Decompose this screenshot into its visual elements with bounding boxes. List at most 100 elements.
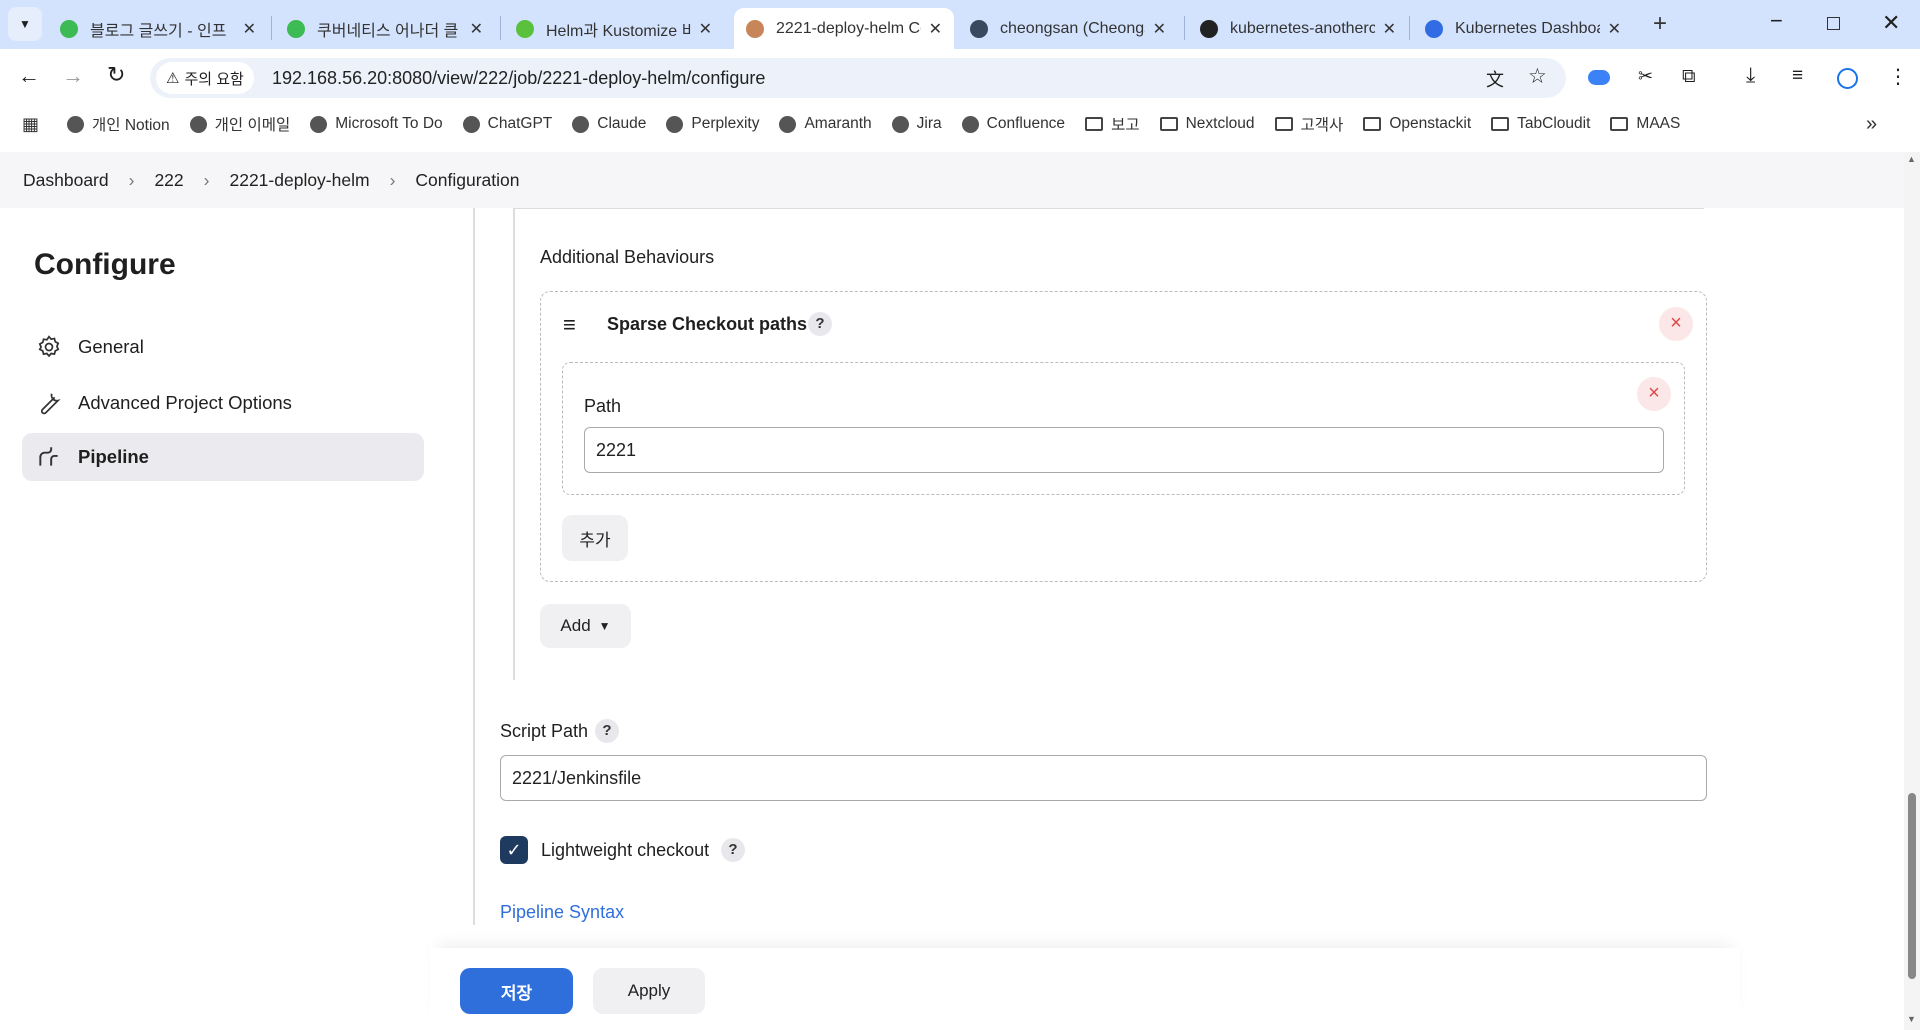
breadcrumb: Dashboard › 222 › 2221-deploy-helm › Configura… [0,152,1904,208]
folder-icon [1274,117,1293,131]
bookmark-item[interactable]: Nextcloud [1159,113,1255,135]
scrollbar[interactable]: ▲ ▼ [1904,152,1920,1030]
bookmark-item[interactable]: Microsoft To Do [310,113,443,135]
bookmark-item[interactable]: 개인 이메일 [189,113,290,135]
save-button[interactable]: 저장 [460,968,573,1014]
remove-path-button[interactable]: × [1637,377,1671,411]
lightweight-help-button[interactable]: ? [721,838,745,862]
close-tab-icon[interactable]: ✕ [929,19,942,39]
scroll-up-arrow[interactable]: ▲ [1907,154,1916,164]
bookmark-item[interactable]: MAAS [1610,113,1680,135]
gear-icon [38,335,60,358]
globe-icon [189,115,207,133]
close-window-button[interactable]: ✕ [1882,10,1900,36]
bookmarks-bar: ▦ 개인 Notion 개인 이메일 Microsoft To Do ChatGPT C… [0,106,1920,142]
address-bar[interactable]: ⚠ 주의 요함 192.168.56.20:8080/view/222/job/2… [150,58,1566,98]
browser-tab[interactable]: Kubernetes Dashboard✕ [1413,8,1633,49]
new-tab-button[interactable]: + [1653,10,1667,38]
close-tab-icon[interactable]: ✕ [243,19,256,39]
breadcrumb-item[interactable]: 222 [154,170,183,191]
extensions-puzzle-icon[interactable]: ⧉ [1682,66,1696,88]
url-text[interactable]: 192.168.56.20:8080/view/222/job/2221-dep… [272,68,765,89]
tab-separator [500,16,501,40]
cloud-extension-icon[interactable] [1588,70,1610,85]
apps-icon[interactable]: ▦ [22,114,39,135]
tab-separator [1409,16,1410,40]
bookmark-item[interactable]: 고객사 [1274,113,1343,135]
close-tab-icon[interactable]: ✕ [1608,19,1621,39]
path-input[interactable] [584,427,1664,473]
bookmark-item[interactable]: TabCloudit [1491,113,1590,135]
drag-handle-icon[interactable]: ≡ [563,312,576,338]
bookmark-item[interactable]: ChatGPT [462,113,552,135]
add-path-button[interactable]: 추가 [562,515,628,561]
browser-tab[interactable]: Helm과 Kustomize 비 ✕ [504,8,724,49]
folder-icon [1363,117,1382,131]
breadcrumb-item[interactable]: 2221-deploy-helm [229,170,369,191]
close-tab-icon[interactable]: ✕ [1153,19,1166,39]
script-path-input[interactable] [500,755,1707,801]
maximize-button[interactable] [1827,17,1840,30]
tab-search-button[interactable]: ▼ [8,7,42,41]
bookmark-item[interactable]: 보고 [1085,113,1140,135]
pipeline-syntax-link[interactable]: Pipeline Syntax [500,902,624,923]
profile-avatar[interactable] [1837,68,1858,89]
extension-icon[interactable]: ✂ [1638,66,1653,87]
scroll-down-arrow[interactable]: ▼ [1907,1014,1916,1024]
bookmark-item[interactable]: Amaranth [779,113,872,135]
back-button[interactable]: ← [18,63,40,89]
more-bookmarks-icon[interactable]: » [1866,113,1877,136]
menu-icon[interactable]: ⋮ [1888,64,1908,89]
translate-icon[interactable]: 文 [1486,66,1504,92]
globe-icon [891,115,909,133]
add-behaviour-button[interactable]: Add ▼ [540,604,631,648]
scrollbar-thumb[interactable] [1908,793,1916,979]
bookmark-item[interactable]: Claude [572,113,646,135]
favicon-icon [1200,19,1218,38]
tab-separator [271,16,272,40]
apply-button[interactable]: Apply [593,968,705,1014]
bookmark-item[interactable]: Perplexity [666,113,759,135]
browser-tab[interactable]: 2221-deploy-helm Config✕ [734,8,954,49]
script-path-help-button[interactable]: ? [595,719,619,743]
browser-tab[interactable]: kubernetes-anotherclass✕ [1188,8,1408,49]
tab-separator [1184,16,1185,40]
bookmark-item[interactable]: Openstackit [1363,113,1471,135]
favicon-icon [1425,19,1443,38]
bookmark-item[interactable]: 개인 Notion [67,113,170,135]
bookmark-star-icon[interactable]: ☆ [1528,64,1547,89]
breadcrumb-item: Configuration [415,169,520,190]
security-chip[interactable]: ⚠ 주의 요함 [156,62,254,94]
chevron-right-icon: › [203,169,210,190]
bookmark-item[interactable]: Confluence [961,113,1065,135]
folder-icon [1159,117,1178,131]
chevron-down-icon: ▼ [598,619,611,633]
sidebar-item-advanced-project-options[interactable]: Advanced Project Options [22,379,424,427]
sidebar-item-general[interactable]: General [22,323,424,371]
browser-tab[interactable]: 블로그 글쓰기 - 인프 ✕ [48,8,268,49]
breadcrumb-item[interactable]: Dashboard [23,170,109,191]
browser-tab[interactable]: cheongsan (Cheongsan✕ [958,8,1178,49]
chevron-right-icon: › [128,169,135,190]
globe-icon [666,115,684,133]
globe-icon [572,115,590,133]
reload-button[interactable]: ↻ [107,62,125,88]
sparse-help-button[interactable]: ? [808,312,832,336]
path-label: Path [584,396,622,416]
forward-button[interactable]: → [62,63,84,89]
download-icon[interactable]: ⤓ [1746,64,1755,88]
minimize-button[interactable]: − [1770,8,1783,34]
lightweight-checkout-label: Lightweight checkout [541,840,710,860]
globe-icon [462,115,480,133]
browser-tab[interactable]: 쿠버네티스 어나더 클 ✕ [275,8,495,49]
close-tab-icon[interactable]: ✕ [470,19,483,39]
media-icon[interactable]: ≡ [1792,65,1803,87]
bookmark-item[interactable]: Jira [891,113,942,135]
pipeline-icon [39,447,58,466]
close-tab-icon[interactable]: ✕ [1383,19,1396,39]
lightweight-checkbox[interactable]: ✓ [500,836,528,864]
remove-sparse-button[interactable]: × [1659,307,1693,341]
favicon-icon [746,19,764,38]
sidebar-item-pipeline[interactable]: Pipeline [22,433,424,481]
close-tab-icon[interactable]: ✕ [699,19,712,39]
